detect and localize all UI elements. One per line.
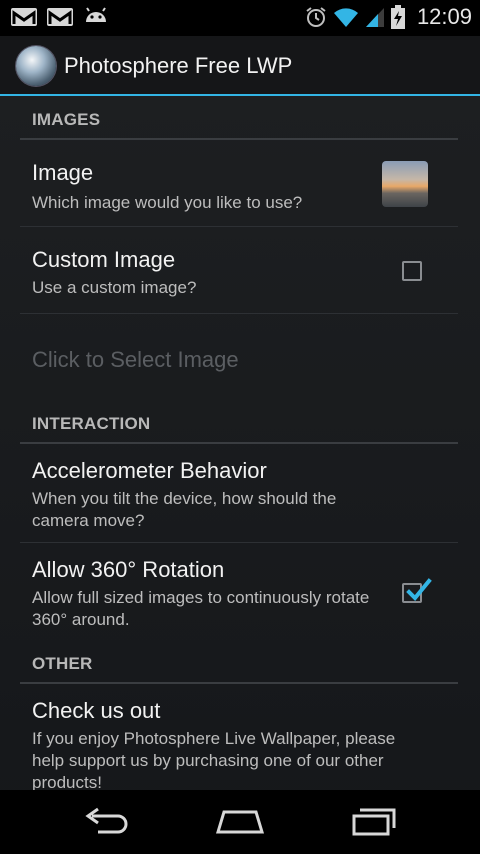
pref-image[interactable]: Image Which image would you like to use? (20, 140, 458, 227)
recent-apps-icon[interactable] (344, 806, 404, 838)
status-clock: 12:09 (416, 4, 472, 29)
pref-select-image: Click to Select Image (20, 314, 458, 400)
pref-summary: If you enjoy Photosphere Live Wallpaper,… (32, 729, 396, 790)
pref-title: Custom Image (32, 247, 176, 272)
section-header-label: INTERACTION (32, 414, 151, 433)
alarm-icon (306, 7, 326, 27)
pref-title: Check us out (32, 698, 161, 723)
section-header-images: IMAGES (20, 96, 458, 140)
wifi-icon (333, 8, 358, 27)
pref-summary: When you tilt the device, how should the… (32, 489, 337, 530)
pref-custom-image[interactable]: Custom Image Use a custom image? (20, 227, 458, 314)
image-thumbnail (382, 161, 428, 207)
custom-image-checkbox[interactable] (402, 261, 422, 281)
pref-title: Click to Select Image (32, 347, 239, 372)
android-icon (86, 7, 106, 22)
section-header-interaction: INTERACTION (20, 400, 458, 444)
system-icons: 12:09 (305, 4, 472, 30)
pref-summary: Use a custom image? (32, 278, 197, 297)
notification-icons (10, 6, 110, 28)
pref-accelerometer-behavior[interactable]: Accelerometer Behavior When you tilt the… (20, 444, 458, 543)
gmail-icon (11, 8, 37, 26)
checkmark-icon (406, 578, 432, 601)
screen: 12:09 Photosphere Free LWP IMAGES Image … (0, 0, 480, 854)
pref-check-us-out[interactable]: Check us out If you enjoy Photosphere Li… (20, 684, 458, 790)
pref-summary: Which image would you like to use? (32, 193, 303, 212)
pref-summary: Allow full sized images to continuously … (32, 588, 370, 629)
section-header-label: OTHER (32, 654, 93, 673)
pref-title: Allow 360° Rotation (32, 557, 225, 582)
photosphere-app-icon[interactable] (16, 46, 56, 86)
signal-icon (365, 8, 384, 27)
app-title: Photosphere Free LWP (64, 53, 293, 78)
navigation-bar (0, 790, 480, 854)
pref-allow-360-rotation[interactable]: Allow 360° Rotation Allow full sized ima… (20, 543, 458, 642)
gmail-icon (47, 8, 73, 26)
back-icon[interactable] (78, 806, 138, 838)
status-bar: 12:09 (0, 0, 480, 36)
preferences-list[interactable]: IMAGES Image Which image would you like … (0, 96, 480, 790)
section-header-label: IMAGES (32, 110, 101, 129)
pref-title: Accelerometer Behavior (32, 458, 267, 483)
rotation-checkbox[interactable] (402, 578, 432, 603)
battery-charging-icon (390, 5, 405, 29)
home-icon[interactable] (210, 806, 270, 838)
section-header-other: OTHER (20, 642, 458, 684)
action-bar: Photosphere Free LWP (0, 36, 480, 96)
pref-title: Image (32, 160, 94, 185)
